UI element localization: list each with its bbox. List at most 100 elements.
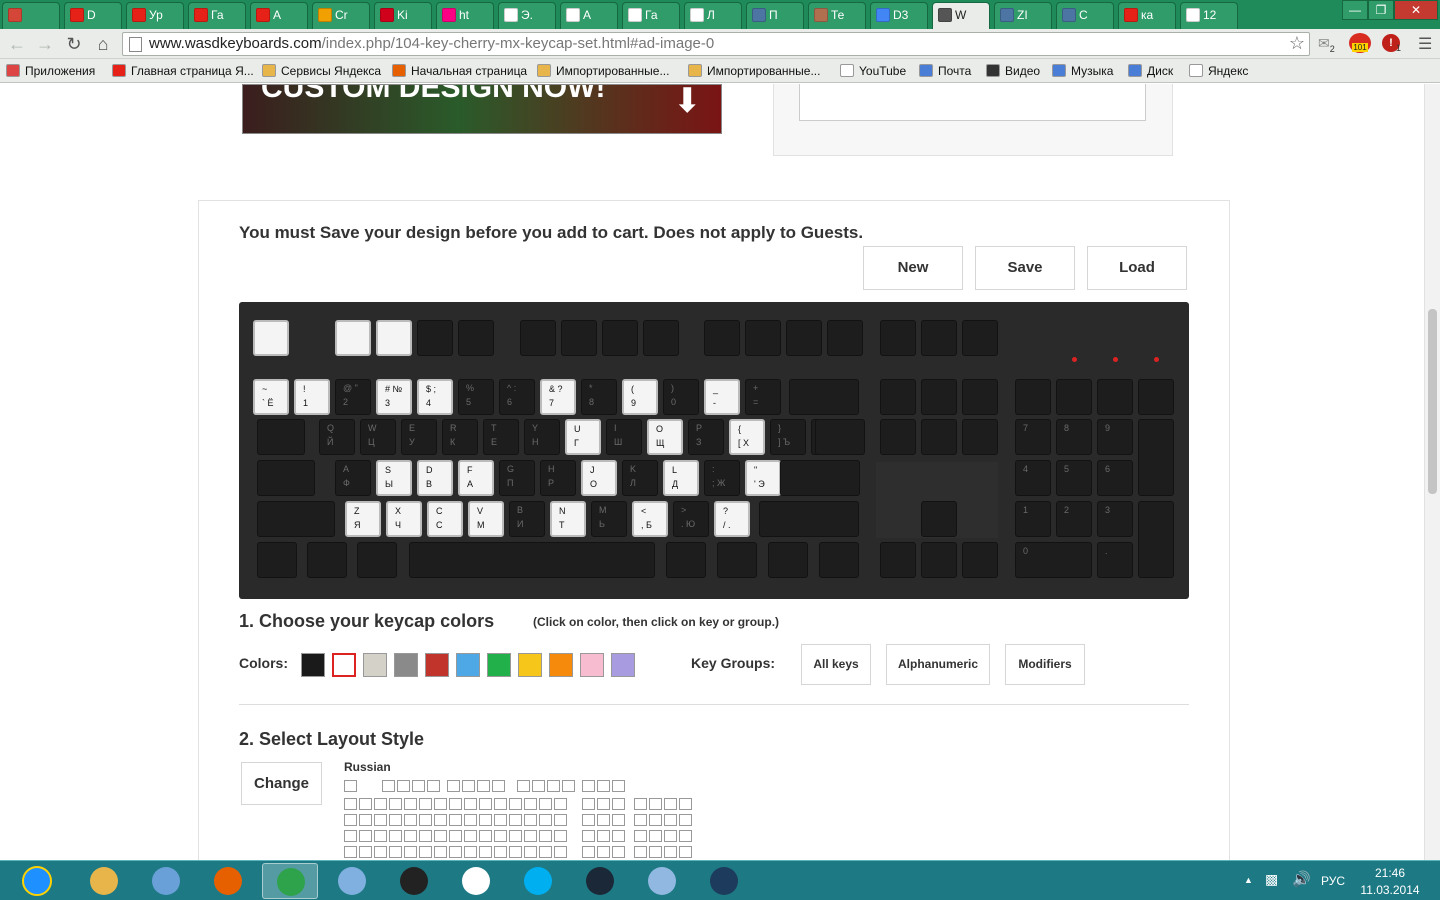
keycap[interactable]: YН bbox=[524, 419, 560, 455]
minimize-button[interactable]: — bbox=[1342, 0, 1368, 20]
keycap[interactable] bbox=[880, 419, 916, 455]
browser-tab[interactable]: Ki bbox=[374, 2, 432, 29]
keycap[interactable]: @ " 2 bbox=[335, 379, 371, 415]
browser-tab[interactable]: ка bbox=[1118, 2, 1176, 29]
keycap[interactable] bbox=[880, 379, 916, 415]
keycap[interactable]: EУ bbox=[401, 419, 437, 455]
keycap[interactable]: OЩ bbox=[647, 419, 683, 455]
keycap[interactable]: ~ ` Ё bbox=[253, 379, 289, 415]
keycap[interactable] bbox=[253, 320, 289, 356]
browser-tab[interactable]: C bbox=[1056, 2, 1114, 29]
back-icon[interactable]: ← bbox=[6, 33, 28, 55]
group-modifiers-button[interactable]: Modifiers bbox=[1005, 644, 1085, 685]
notes-textarea[interactable] bbox=[799, 84, 1146, 121]
keycap[interactable] bbox=[520, 320, 556, 356]
page-scrollbar[interactable] bbox=[1424, 84, 1440, 860]
keycap[interactable] bbox=[921, 501, 957, 537]
bookmark-item[interactable]: Главная страница Я... bbox=[112, 62, 254, 80]
keycap[interactable]: HР bbox=[540, 460, 576, 496]
extension-mail-icon[interactable]: ✉2 bbox=[1318, 35, 1338, 54]
keycap[interactable] bbox=[458, 320, 494, 356]
keycap[interactable]: # № 3 bbox=[376, 379, 412, 415]
keycap[interactable] bbox=[1056, 379, 1092, 415]
keycap[interactable]: 9 bbox=[1097, 419, 1133, 455]
bookmark-item[interactable]: Яндекс bbox=[1189, 62, 1248, 80]
bookmark-item[interactable]: Импортированные... bbox=[688, 62, 820, 80]
browser-tab[interactable]: Cr bbox=[312, 2, 370, 29]
bookmark-item[interactable]: Импортированные... bbox=[537, 62, 669, 80]
keycap[interactable]: JО bbox=[581, 460, 617, 496]
keycap[interactable] bbox=[786, 320, 822, 356]
color-swatch[interactable] bbox=[456, 653, 480, 677]
color-swatch[interactable] bbox=[301, 653, 325, 677]
keycap[interactable] bbox=[257, 501, 335, 537]
keycap[interactable]: ! 1 bbox=[294, 379, 330, 415]
bookmark-item[interactable]: Сервисы Яндекса bbox=[262, 62, 381, 80]
color-swatch[interactable] bbox=[549, 653, 573, 677]
keycap[interactable] bbox=[717, 542, 757, 578]
keycap[interactable] bbox=[257, 542, 297, 578]
maximize-button[interactable]: ❐ bbox=[1368, 0, 1394, 20]
keycap[interactable]: SЫ bbox=[376, 460, 412, 496]
keycap[interactable]: PЗ bbox=[688, 419, 724, 455]
browser-tab[interactable] bbox=[2, 2, 60, 29]
color-swatch[interactable] bbox=[425, 653, 449, 677]
keycap[interactable]: 6 bbox=[1097, 460, 1133, 496]
taskbar-app[interactable] bbox=[572, 863, 628, 899]
keycap[interactable] bbox=[880, 320, 916, 356]
keycap[interactable]: VМ bbox=[468, 501, 504, 537]
keycap[interactable]: 5 bbox=[1056, 460, 1092, 496]
bookmark-item[interactable]: Музыка bbox=[1052, 62, 1113, 80]
browser-tab[interactable]: Те bbox=[808, 2, 866, 29]
keycap[interactable] bbox=[962, 379, 998, 415]
bookmark-item[interactable]: Диск bbox=[1128, 62, 1173, 80]
keycap[interactable] bbox=[335, 320, 371, 356]
color-swatch[interactable] bbox=[487, 653, 511, 677]
forward-icon[interactable]: → bbox=[34, 33, 56, 55]
new-button[interactable]: New bbox=[863, 246, 963, 290]
keycap[interactable]: + = bbox=[745, 379, 781, 415]
load-button[interactable]: Load bbox=[1087, 246, 1187, 290]
keycap[interactable] bbox=[745, 320, 781, 356]
keycap[interactable] bbox=[666, 542, 706, 578]
color-swatch[interactable] bbox=[580, 653, 604, 677]
keycap[interactable]: ZЯ bbox=[345, 501, 381, 537]
taskbar-app[interactable] bbox=[262, 863, 318, 899]
taskbar-app[interactable] bbox=[324, 863, 380, 899]
keycap[interactable] bbox=[880, 542, 916, 578]
browser-tab[interactable]: ZI bbox=[994, 2, 1052, 29]
keycap[interactable]: CС bbox=[427, 501, 463, 537]
keycap[interactable]: BИ bbox=[509, 501, 545, 537]
bookmark-item[interactable]: Приложения bbox=[6, 62, 95, 80]
keycap[interactable]: 2 bbox=[1056, 501, 1092, 537]
taskbar-app[interactable] bbox=[200, 863, 256, 899]
keycap[interactable]: {[ Х bbox=[729, 419, 765, 455]
keycap[interactable] bbox=[561, 320, 597, 356]
keycap[interactable]: * 8 bbox=[581, 379, 617, 415]
keycap[interactable] bbox=[307, 542, 347, 578]
color-swatch[interactable] bbox=[332, 653, 356, 677]
keycap[interactable]: & ? 7 bbox=[540, 379, 576, 415]
browser-tab[interactable]: A bbox=[250, 2, 308, 29]
keycap[interactable]: FА bbox=[458, 460, 494, 496]
keycap[interactable]: QЙ bbox=[319, 419, 355, 455]
keycap[interactable]: . bbox=[1097, 542, 1133, 578]
clock-time[interactable]: 21:46 bbox=[1360, 866, 1420, 880]
browser-tab[interactable]: D bbox=[64, 2, 122, 29]
reload-icon[interactable]: ↻ bbox=[63, 33, 85, 55]
keycap[interactable] bbox=[768, 542, 808, 578]
save-button[interactable]: Save bbox=[975, 246, 1075, 290]
browser-tab[interactable]: 12 bbox=[1180, 2, 1238, 29]
bookmark-item[interactable]: Начальная страница bbox=[392, 62, 527, 80]
keycap[interactable] bbox=[417, 320, 453, 356]
menu-icon[interactable]: ☰ bbox=[1418, 34, 1432, 54]
color-swatch[interactable] bbox=[394, 653, 418, 677]
keycap[interactable] bbox=[827, 320, 863, 356]
keycap[interactable] bbox=[819, 542, 859, 578]
keycap[interactable] bbox=[1138, 379, 1174, 415]
scrollbar-thumb[interactable] bbox=[1428, 309, 1437, 494]
taskbar-app[interactable] bbox=[448, 863, 504, 899]
change-layout-button[interactable]: Change bbox=[241, 762, 322, 805]
keycap[interactable] bbox=[962, 320, 998, 356]
group-alphanumeric-button[interactable]: Alphanumeric bbox=[886, 644, 990, 685]
